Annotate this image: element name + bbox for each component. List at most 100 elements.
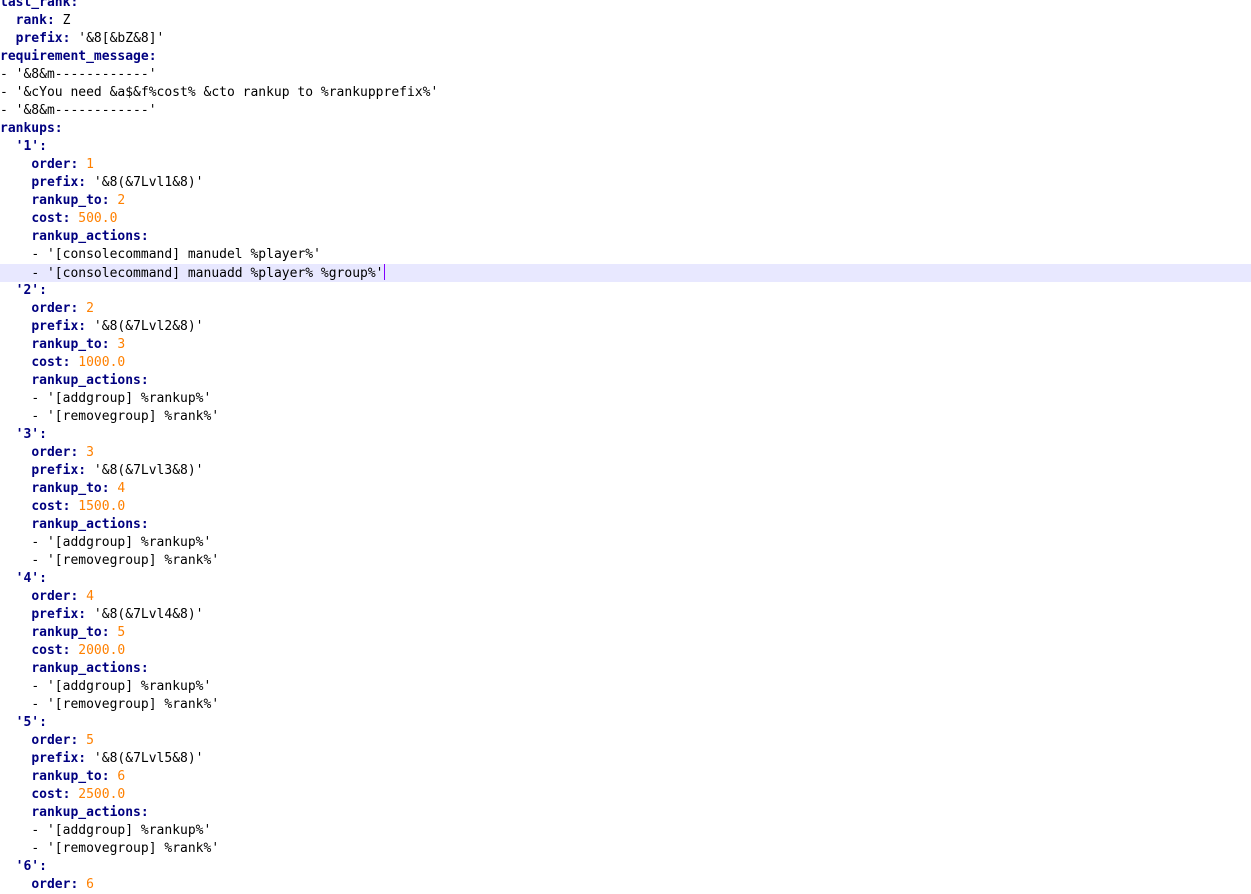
code-line[interactable]: order: 5 [0,732,1251,750]
yaml-number-value: 1 [78,157,94,172]
code-line[interactable]: - '&cYou need &a$&f%cost% &cto rankup to… [0,84,1251,102]
yaml-string-value: - '[addgroup] %rankup%' [31,679,212,694]
code-line[interactable]: rankup_actions: [0,516,1251,534]
code-line[interactable]: cost: 1500.0 [0,498,1251,516]
yaml-key: rankup_actions: [31,661,149,676]
yaml-key: '1': [15,139,47,154]
code-line[interactable]: last_rank: [0,0,1251,12]
code-line[interactable]: order: 2 [0,300,1251,318]
yaml-string-value: - '[removegroup] %rank%' [31,553,220,568]
yaml-key: prefix: [31,463,87,478]
code-line[interactable]: rankup_to: 5 [0,624,1251,642]
yaml-string-value: Z [54,13,71,28]
code-line-current[interactable]: - '[consolecommand] manuadd %player% %gr… [0,264,1251,282]
code-line[interactable]: - '&8&m------------' [0,102,1251,120]
yaml-key: rankup_actions: [31,229,149,244]
yaml-number-value: 6 [78,877,94,892]
code-line[interactable]: - '[addgroup] %rankup%' [0,534,1251,552]
yaml-key: rankups: [0,121,63,136]
yaml-string-value: - '[removegroup] %rank%' [31,409,220,424]
code-line[interactable]: rankup_to: 6 [0,768,1251,786]
yaml-key: rankup_to: [31,481,110,496]
yaml-key: cost: [31,499,71,514]
code-line[interactable]: '1': [0,138,1251,156]
code-line[interactable]: prefix: '&8[&bZ&8]' [0,30,1251,48]
yaml-string-value: - '&cYou need &a$&f%cost% &cto rankup to… [0,85,439,100]
code-line[interactable]: cost: 1000.0 [0,354,1251,372]
yaml-number-value: 1500.0 [70,499,126,514]
code-line[interactable]: cost: 2500.0 [0,786,1251,804]
code-line[interactable]: rankup_to: 2 [0,192,1251,210]
code-line[interactable]: order: 4 [0,588,1251,606]
code-line[interactable]: order: 1 [0,156,1251,174]
code-line[interactable]: order: 3 [0,444,1251,462]
code-line[interactable]: prefix: '&8(&7Lvl2&8)' [0,318,1251,336]
yaml-string-value: - '[consolecommand] manudel %player%' [31,247,321,262]
code-line[interactable]: rankup_to: 4 [0,480,1251,498]
yaml-key: rankup_actions: [31,373,149,388]
code-line[interactable]: - '[addgroup] %rankup%' [0,678,1251,696]
yaml-string-value: - '[addgroup] %rankup%' [31,391,212,406]
yaml-key: prefix: [31,319,87,334]
code-line[interactable]: prefix: '&8(&7Lvl3&8)' [0,462,1251,480]
code-line[interactable]: requirement_message: [0,48,1251,66]
yaml-number-value: 1000.0 [70,355,126,370]
code-line[interactable]: rankup_actions: [0,372,1251,390]
code-line[interactable]: rankups: [0,120,1251,138]
yaml-key: order: [31,445,79,460]
yaml-key: rankup_to: [31,337,110,352]
code-line[interactable]: - '[removegroup] %rank%' [0,696,1251,714]
code-line[interactable]: cost: 500.0 [0,210,1251,228]
code-line[interactable]: - '[removegroup] %rank%' [0,408,1251,426]
code-line[interactable]: '2': [0,282,1251,300]
yaml-string-value: - '[removegroup] %rank%' [31,841,220,856]
code-editor[interactable]: last_rank: rank: Z prefix: '&8[&bZ&8]' re… [0,0,1251,894]
code-line[interactable]: '4': [0,570,1251,588]
code-line[interactable]: - '[consolecommand] manudel %player%' [0,246,1251,264]
code-line[interactable]: '3': [0,426,1251,444]
yaml-number-value: 4 [109,481,126,496]
yaml-key: prefix: [31,175,87,190]
yaml-number-value: 2500.0 [70,787,126,802]
yaml-key: cost: [31,787,71,802]
code-line[interactable]: rankup_actions: [0,804,1251,822]
yaml-number-value: 6 [109,769,126,784]
code-line[interactable]: rankup_actions: [0,228,1251,246]
code-line[interactable]: - '[addgroup] %rankup%' [0,822,1251,840]
code-line[interactable]: cost: 2000.0 [0,642,1251,660]
yaml-key: prefix: [31,607,87,622]
code-line[interactable]: rankup_to: 3 [0,336,1251,354]
code-line[interactable]: order: 6 [0,876,1251,894]
code-line[interactable]: - '[removegroup] %rank%' [0,552,1251,570]
yaml-string-value: - '&8&m------------' [0,67,157,82]
yaml-key: requirement_message: [0,49,157,64]
code-line[interactable]: prefix: '&8(&7Lvl5&8)' [0,750,1251,768]
code-line[interactable]: prefix: '&8(&7Lvl4&8)' [0,606,1251,624]
code-line[interactable]: '5': [0,714,1251,732]
code-line[interactable]: - '[addgroup] %rankup%' [0,390,1251,408]
yaml-number-value: 500.0 [70,211,118,226]
code-line[interactable]: prefix: '&8(&7Lvl1&8)' [0,174,1251,192]
code-line[interactable]: rankup_actions: [0,660,1251,678]
code-line[interactable]: '6': [0,858,1251,876]
code-line[interactable]: - '[removegroup] %rank%' [0,840,1251,858]
code-line[interactable]: rank: Z [0,12,1251,30]
yaml-string-value: - '[consolecommand] manuadd %player% %gr… [31,266,384,281]
yaml-key: rankup_actions: [31,805,149,820]
code-line[interactable]: - '&8&m------------' [0,66,1251,84]
yaml-key: order: [31,157,79,172]
